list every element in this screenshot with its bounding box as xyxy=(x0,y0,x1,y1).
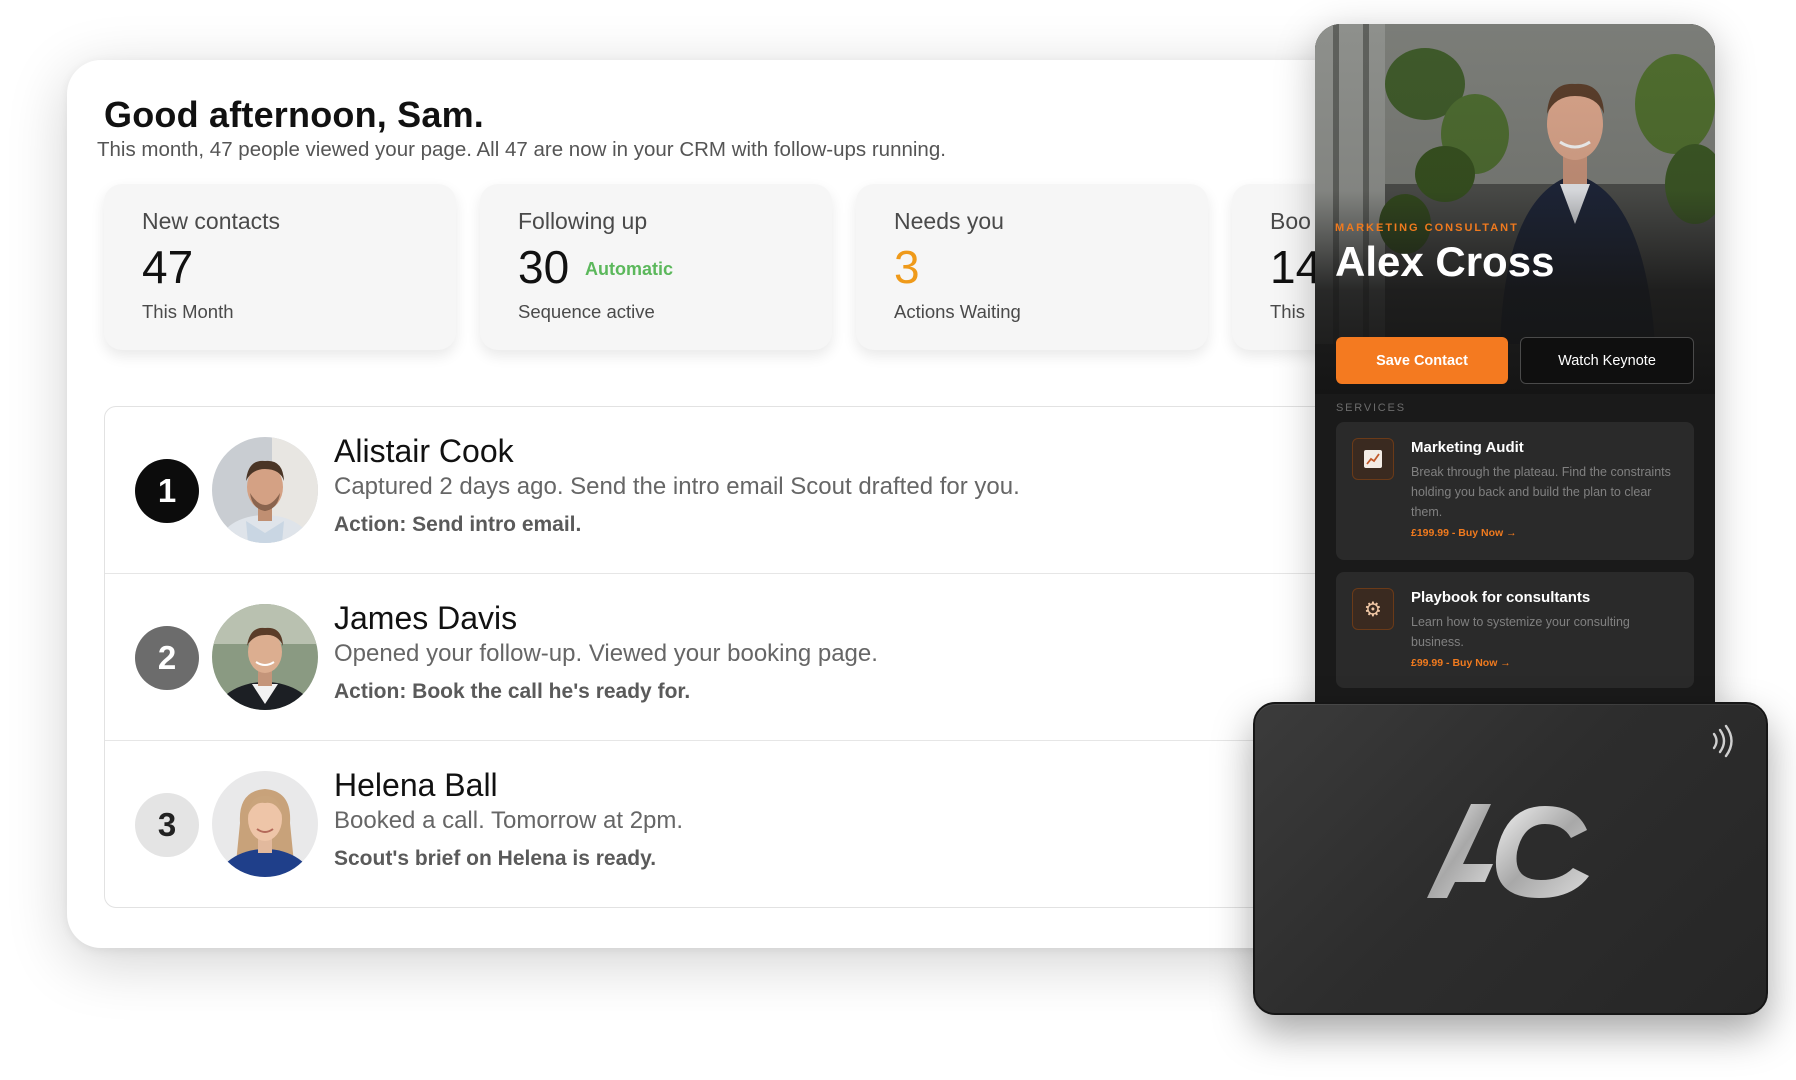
greeting-subtitle: This month, 47 people viewed your page. … xyxy=(97,138,946,161)
stat-value: 3 xyxy=(894,241,920,293)
service-buy-link[interactable]: £99.99 - Buy Now → xyxy=(1411,657,1511,669)
gear-icon: ⚙ xyxy=(1352,588,1394,630)
contact-description: Booked a call. Tomorrow at 2pm. xyxy=(334,807,684,834)
list-item[interactable]: 2 James Davis Opened your follow-up. Vie… xyxy=(105,574,1407,741)
services-heading: SERVICES xyxy=(1336,402,1406,414)
avatar xyxy=(212,604,318,710)
stat-value: 14 xyxy=(1270,241,1322,293)
stat-following-up[interactable]: Following up 30 Automatic Sequence activ… xyxy=(480,184,832,350)
ac-logo xyxy=(1427,800,1597,905)
service-buy-link[interactable]: £199.99 - Buy Now → xyxy=(1411,527,1517,539)
stat-caption: Actions Waiting xyxy=(894,301,1021,322)
automatic-badge: Automatic xyxy=(585,259,674,279)
stat-new-contacts[interactable]: New contacts 47 This Month xyxy=(104,184,456,350)
stat-caption: This xyxy=(1270,301,1305,322)
contact-description: Opened your follow-up. Viewed your booki… xyxy=(334,640,878,667)
save-contact-button[interactable]: Save Contact xyxy=(1336,337,1508,384)
contact-name: Helena Ball xyxy=(334,767,498,803)
contactless-icon xyxy=(1710,724,1736,763)
list-item[interactable]: 3 Helena Ball Booked a call. Tomorrow at… xyxy=(105,741,1407,907)
contact-action: Scout's brief on Helena is ready. xyxy=(334,847,657,870)
stat-needs-you[interactable]: Needs you 3 Actions Waiting xyxy=(856,184,1208,350)
nfc-business-card xyxy=(1253,702,1768,1015)
priority-number: 3 xyxy=(135,793,199,857)
avatar xyxy=(212,437,318,543)
watch-keynote-button[interactable]: Watch Keynote xyxy=(1520,337,1694,384)
stat-label: New contacts xyxy=(142,208,281,234)
dashboard-card: Good afternoon, Sam. This month, 47 peop… xyxy=(67,60,1407,948)
stat-value: 30 xyxy=(518,241,570,293)
contact-description: Captured 2 days ago. Send the intro emai… xyxy=(334,473,1020,500)
stat-caption: This Month xyxy=(142,301,234,322)
action-list: 1 Alistair Cook Captured 2 days ago. Sen… xyxy=(104,406,1407,908)
service-title: Marketing Audit xyxy=(1411,439,1524,456)
stat-value: 47 xyxy=(142,241,194,293)
stat-label: Boo xyxy=(1270,208,1311,234)
avatar xyxy=(212,771,318,877)
profile-phone: MARKETING CONSULTANT Alex Cross Save Con… xyxy=(1315,24,1715,724)
service-description: Break through the plateau. Find the cons… xyxy=(1411,465,1671,519)
stat-label: Needs you xyxy=(894,208,1004,234)
service-title: Playbook for consultants xyxy=(1411,589,1591,606)
service-card-playbook[interactable]: ⚙ Playbook for consultants Learn how to … xyxy=(1336,572,1694,688)
list-item[interactable]: 1 Alistair Cook Captured 2 days ago. Sen… xyxy=(105,407,1407,574)
stat-caption: Sequence active xyxy=(518,301,655,322)
profile-hero-photo: MARKETING CONSULTANT Alex Cross Save Con… xyxy=(1315,24,1715,394)
stats-row: New contacts 47 This Month Following up … xyxy=(104,184,1407,354)
service-description: Learn how to systemize your consulting b… xyxy=(1411,615,1630,649)
chart-icon xyxy=(1352,438,1394,480)
contact-name: Alistair Cook xyxy=(334,433,514,469)
contact-name: James Davis xyxy=(334,600,518,636)
contact-action: Action: Book the call he's ready for. xyxy=(334,680,691,703)
contact-action: Action: Send intro email. xyxy=(334,513,582,536)
greeting-title: Good afternoon, Sam. xyxy=(104,94,485,135)
stat-label: Following up xyxy=(518,208,648,234)
priority-number: 2 xyxy=(135,626,199,690)
profile-role: MARKETING CONSULTANT xyxy=(1335,222,1519,234)
priority-number: 1 xyxy=(135,459,199,523)
service-card-marketing-audit[interactable]: Marketing Audit Break through the platea… xyxy=(1336,422,1694,560)
profile-name: Alex Cross xyxy=(1335,238,1555,285)
